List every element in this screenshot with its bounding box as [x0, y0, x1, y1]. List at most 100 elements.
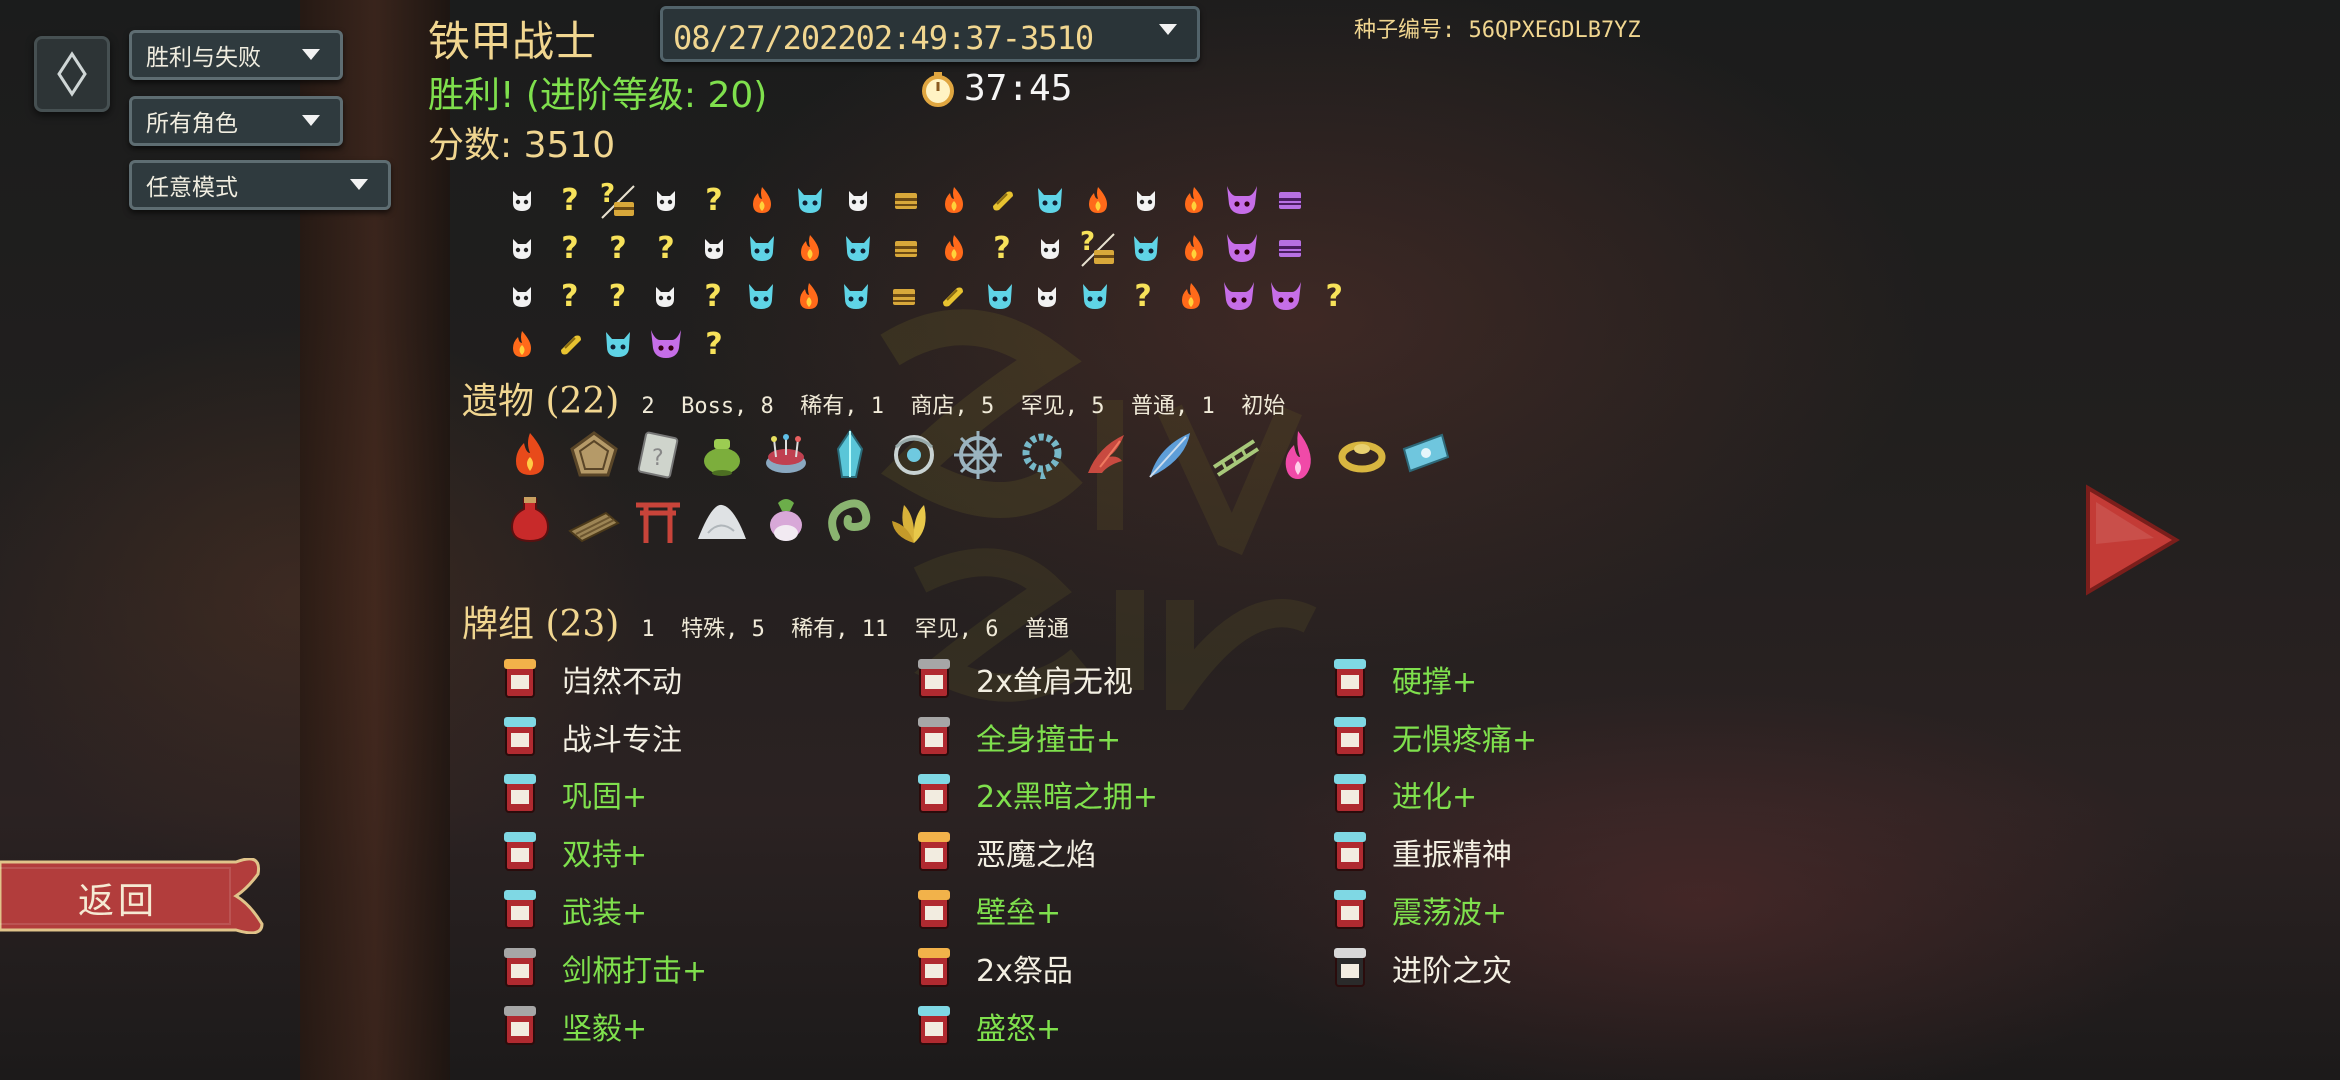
diamond-icon: [57, 51, 87, 97]
card-entry[interactable]: 盛怒+: [912, 997, 1312, 1055]
card-icon: [912, 946, 956, 990]
pincushion-icon[interactable]: [754, 423, 818, 487]
ship-wheel-icon[interactable]: [946, 423, 1010, 487]
shop-room-icon: [882, 176, 930, 224]
card-entry[interactable]: 进阶之灾: [1328, 939, 1728, 997]
monster-room-icon: [690, 224, 738, 272]
card-icon: [498, 657, 542, 701]
monster-room-icon: [498, 224, 546, 272]
rest-room-icon: [498, 320, 546, 368]
card-column: 2x耸肩无视 全身撞击+ 2x黑暗之拥+ 恶魔之焰壁垒+ 2x祭品 盛怒+: [912, 650, 1312, 1055]
monster-room-icon: [834, 176, 882, 224]
treasure-room-icon: [978, 176, 1026, 224]
question-card-icon[interactable]: ?: [626, 423, 690, 487]
card-entry[interactable]: 全身撞击+: [912, 708, 1312, 766]
question-room-icon: ?: [561, 230, 579, 266]
green-snake-icon[interactable]: [818, 489, 882, 553]
card-entry[interactable]: 双持+: [498, 823, 898, 881]
stopwatch-icon: [922, 71, 954, 107]
card-column: 硬撑+ 无惧疼痛+ 进化+ 重振精神 震荡波+ 进阶之灾: [1328, 650, 1728, 997]
monster-room-icon: [498, 176, 546, 224]
card-icon: [498, 830, 542, 874]
character-title: 铁甲战士: [428, 17, 597, 66]
boss-room-icon: [1263, 272, 1311, 320]
outcome-filter-dropdown[interactable]: 胜利与失败: [129, 30, 343, 80]
card-icon: [1328, 657, 1372, 701]
red-claw-icon[interactable]: [1074, 423, 1138, 487]
card-name: 剑柄打击+: [562, 953, 708, 989]
card-entry[interactable]: 壁垒+: [912, 881, 1312, 939]
outcome-filter-value: 胜利与失败: [146, 45, 261, 71]
card-name: 恶魔之焰: [976, 838, 1096, 874]
card-icon: [498, 715, 542, 759]
rest-room-icon: [930, 176, 978, 224]
elite-room-icon: [1026, 176, 1074, 224]
card-entry[interactable]: 2x祭品: [912, 939, 1312, 997]
blue-crystal-icon[interactable]: [818, 423, 882, 487]
golden-leaves-icon[interactable]: [882, 489, 946, 553]
relic-row: ?: [498, 422, 1478, 488]
menu-button[interactable]: [34, 36, 110, 112]
pentagon-relic-icon[interactable]: [562, 423, 626, 487]
monster-room-icon: [1122, 176, 1170, 224]
card-entry[interactable]: 硬撑+: [1328, 650, 1728, 708]
green-pot-icon[interactable]: [690, 423, 754, 487]
map-path: ??????????????: [498, 176, 1358, 368]
card-entry[interactable]: 2x耸肩无视: [912, 650, 1312, 708]
rest-room-icon: [1170, 224, 1218, 272]
question-room-icon: ?: [1325, 278, 1343, 314]
seed-label: 种子编号: 56QPXEGDLB7YZ: [1354, 18, 1641, 43]
card-icon: [1328, 888, 1372, 932]
card-entry[interactable]: 震荡波+: [1328, 881, 1728, 939]
red-potion-icon[interactable]: [498, 489, 562, 553]
card-icon: [498, 888, 542, 932]
next-arrow-button[interactable]: [2082, 484, 2182, 596]
map-path-row: ?: [498, 320, 1358, 368]
back-button[interactable]: 返回: [0, 858, 268, 934]
arrow-right-icon: [2086, 484, 2180, 596]
blue-ticket-icon[interactable]: [1394, 423, 1458, 487]
card-name: 岿然不动: [562, 664, 682, 700]
orb-swirl-icon[interactable]: [882, 423, 946, 487]
green-ladder-icon[interactable]: [1202, 423, 1266, 487]
question-room-icon: ?: [609, 230, 627, 266]
chest-room-icon: [1266, 224, 1314, 272]
deck-summary: 1 特殊, 5 稀有, 11 罕见, 6 普通: [641, 617, 1070, 642]
question-room-icon: ?: [560, 278, 579, 314]
card-entry[interactable]: 剑柄打击+: [498, 939, 898, 997]
card-entry[interactable]: 巩固+: [498, 766, 898, 824]
card-name: 巩固+: [562, 780, 648, 816]
run-history-dropdown[interactable]: 08/27/202202:49:37-3510: [660, 6, 1200, 62]
card-name: 进阶之灾: [1392, 953, 1512, 989]
monster-room-icon: [1026, 224, 1074, 272]
burning-blood-icon[interactable]: [498, 423, 562, 487]
turnip-icon[interactable]: [754, 489, 818, 553]
rest-room-icon: [738, 176, 786, 224]
character-filter-dropdown[interactable]: 所有角色: [129, 96, 343, 146]
mode-filter-dropdown[interactable]: 任意模式: [129, 160, 391, 210]
salt-pile-icon[interactable]: [690, 489, 754, 553]
wooden-board-icon[interactable]: [562, 489, 626, 553]
pink-flame-icon[interactable]: [1266, 423, 1330, 487]
run-time: 37:45: [964, 68, 1073, 109]
monster-room-icon: [642, 176, 690, 224]
score-label: 分数: 3510: [428, 125, 616, 166]
card-entry[interactable]: 无惧疼痛+: [1328, 708, 1728, 766]
map-path-row: ?????: [498, 224, 1358, 272]
card-entry[interactable]: 战斗专注: [498, 708, 898, 766]
elite-room-icon: [976, 272, 1024, 320]
card-entry[interactable]: 恶魔之焰: [912, 823, 1312, 881]
card-entry[interactable]: 岿然不动: [498, 650, 898, 708]
blue-feather-icon[interactable]: [1138, 423, 1202, 487]
torii-gate-icon[interactable]: [626, 489, 690, 553]
card-entry[interactable]: 2x黑暗之拥+: [912, 766, 1312, 824]
treasure-room-icon: [928, 272, 976, 320]
card-entry[interactable]: 进化+: [1328, 766, 1728, 824]
card-entry[interactable]: 坚毅+: [498, 997, 898, 1055]
question-room-icon: ?: [561, 182, 579, 218]
card-entry[interactable]: 重振精神: [1328, 823, 1728, 881]
gold-ring-icon[interactable]: [1330, 423, 1394, 487]
card-entry[interactable]: 武装+: [498, 881, 898, 939]
prayer-beads-icon[interactable]: [1010, 423, 1074, 487]
svg-text:?: ?: [652, 446, 664, 471]
